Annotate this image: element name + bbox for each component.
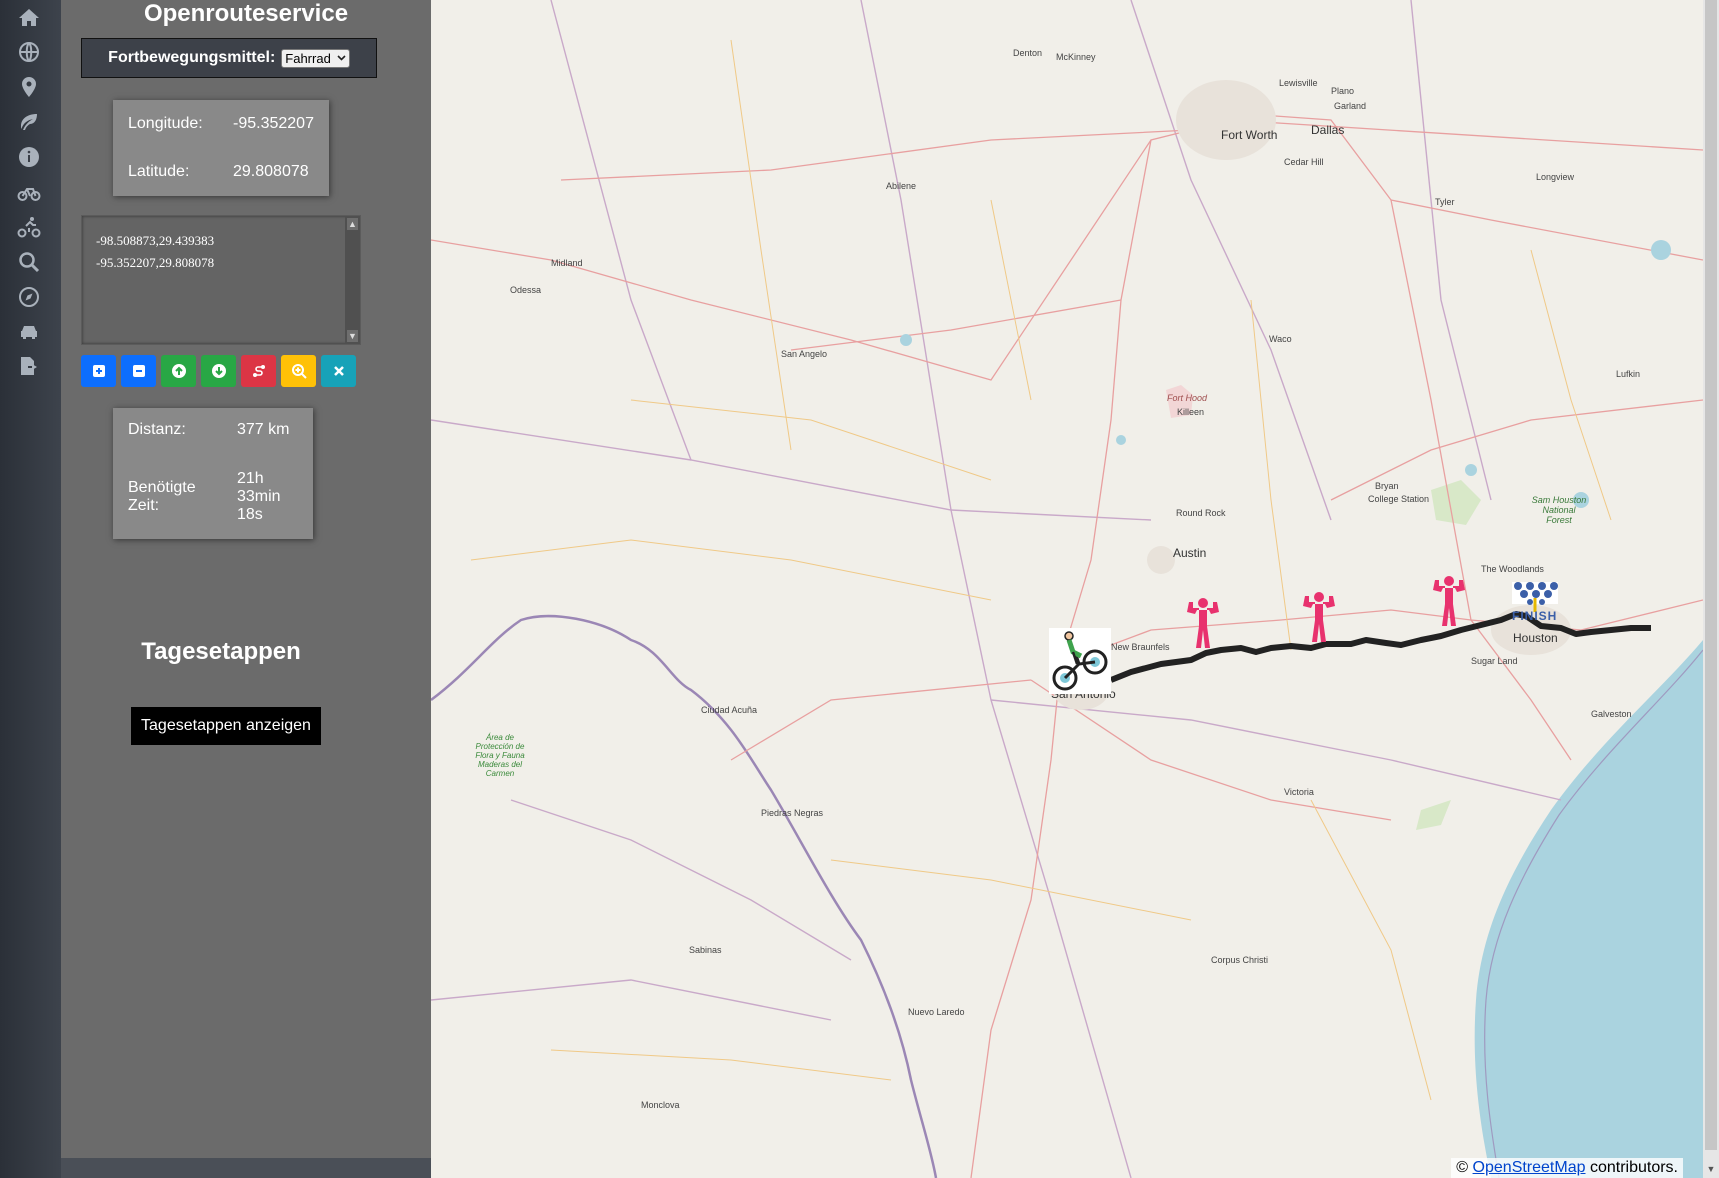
route-stats-box: Distanz: 377 km Benötigte Zeit: 21h 33mi…	[113, 408, 313, 539]
x-icon	[333, 366, 344, 376]
icon-sidebar	[0, 0, 61, 1178]
distance-label: Distanz:	[128, 421, 186, 438]
time-label-line2: Zeit:	[128, 497, 160, 514]
info-icon[interactable]	[14, 143, 44, 171]
stage-marker-icon[interactable]	[1431, 574, 1467, 628]
finish-flag-icon[interactable]: FINISH	[1508, 578, 1562, 628]
search-zoom-icon[interactable]	[14, 248, 44, 276]
globe-icon[interactable]	[14, 38, 44, 66]
scroll-down-icon[interactable]: ▼	[1705, 1164, 1717, 1176]
waypoints-textarea[interactable]: -98.508873,29.439383 -95.352207,29.80807…	[81, 215, 361, 345]
remove-waypoint-button[interactable]	[121, 355, 156, 387]
move-up-button[interactable]	[161, 355, 196, 387]
panel-bottom-bar	[61, 1158, 431, 1178]
longitude-value: -95.352207	[233, 115, 314, 132]
add-waypoint-button[interactable]	[81, 355, 116, 387]
home-icon[interactable]	[14, 4, 44, 32]
export-file-icon[interactable]	[14, 353, 44, 381]
latitude-label: Latitude:	[128, 163, 190, 180]
leaf-icon[interactable]	[14, 108, 44, 136]
bicycle-icon[interactable]	[14, 178, 44, 206]
time-label-line1: Benötigte	[128, 479, 196, 496]
app-title: Openrouteservice	[143, 0, 349, 27]
time-minutes: 33min	[237, 488, 281, 505]
finish-label: FINISH	[1512, 609, 1558, 623]
coordinates-box: Longitude: -95.352207 Latitude: 29.80807…	[113, 100, 329, 196]
route-button[interactable]	[241, 355, 276, 387]
route-icon	[252, 365, 265, 377]
scroll-down-icon[interactable]: ▼	[347, 330, 358, 342]
transport-mode-select[interactable]: Fahrrad	[281, 48, 350, 68]
scrollbar-thumb[interactable]	[1705, 0, 1717, 1150]
stage-marker-icon[interactable]	[1185, 596, 1221, 650]
show-stages-button[interactable]: Tagesetappen anzeigen	[131, 707, 321, 745]
waypoints-text: -98.508873,29.439383 -95.352207,29.80807…	[96, 233, 215, 270]
map-pin-icon[interactable]	[14, 73, 44, 101]
map-attribution: © OpenStreetMap contributors.	[1451, 1158, 1683, 1178]
move-down-button[interactable]	[201, 355, 236, 387]
time-seconds: 18s	[237, 506, 263, 523]
waypoint-toolbar	[81, 355, 356, 387]
transport-mode-box: Fortbewegungsmittel: Fahrrad	[81, 38, 377, 78]
transport-mode-value: Fahrrad	[285, 50, 331, 66]
scroll-up-icon[interactable]: ▲	[347, 218, 358, 230]
bicycle-start-icon[interactable]	[1049, 628, 1111, 694]
minus-square-icon	[132, 365, 145, 377]
transport-mode-label: Fortbewegungsmittel:	[108, 49, 276, 66]
latitude-value: 29.808078	[233, 163, 309, 180]
arrow-up-circle-icon	[171, 364, 186, 378]
attribution-suffix: contributors.	[1589, 1159, 1678, 1176]
stages-heading: Tagesetappen	[141, 638, 301, 665]
compass-icon[interactable]	[14, 283, 44, 311]
chevron-down-icon	[337, 55, 346, 61]
biking-icon[interactable]	[14, 213, 44, 241]
zoom-route-button[interactable]	[281, 355, 316, 387]
route-panel: Openrouteservice Fortbewegungsmittel: Fa…	[61, 0, 431, 1158]
distance-value: 377 km	[237, 421, 290, 438]
openstreetmap-link[interactable]: OpenStreetMap	[1473, 1159, 1586, 1176]
zoom-in-icon	[291, 364, 307, 379]
time-hours: 21h	[237, 470, 264, 487]
copyright-symbol: ©	[1456, 1159, 1469, 1176]
map-view[interactable]: Denton McKinney Lewisville Plano Garland…	[431, 0, 1703, 1178]
arrow-down-circle-icon	[211, 364, 226, 378]
waypoints-scrollbar[interactable]: ▲ ▼	[345, 216, 360, 344]
longitude-label: Longitude:	[128, 115, 203, 132]
clear-button[interactable]	[321, 355, 356, 387]
car-icon[interactable]	[14, 318, 44, 346]
page-scrollbar[interactable]: ▼	[1703, 0, 1719, 1178]
plus-square-icon	[92, 365, 105, 377]
stage-marker-icon[interactable]	[1301, 590, 1337, 644]
